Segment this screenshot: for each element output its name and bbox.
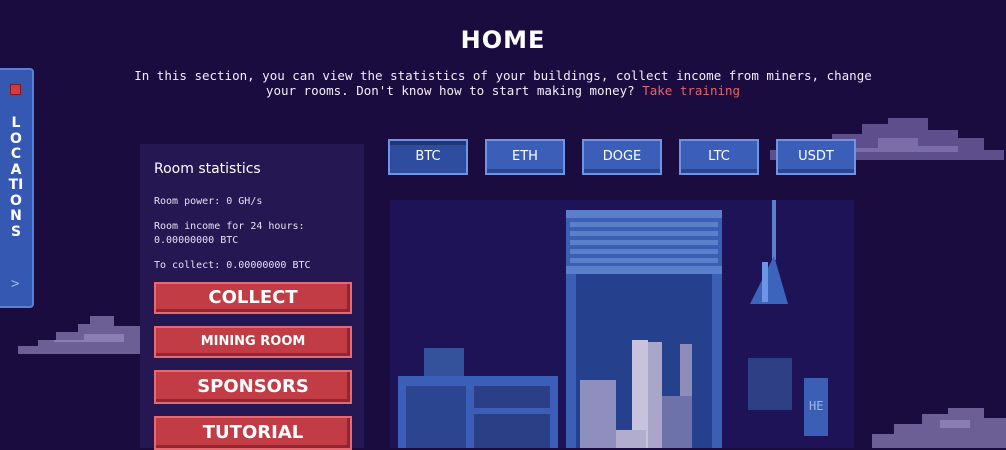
take-training-link[interactable]: Take training	[642, 83, 740, 98]
page-title: HOME	[460, 26, 546, 54]
collect-button[interactable]: COLLECT	[154, 282, 352, 314]
intro-text: In this section, you can view the statis…	[130, 68, 876, 98]
room-statistics-title: Room statistics	[154, 161, 261, 177]
collect-button-label: COLLECT	[208, 287, 298, 308]
sponsors-button[interactable]: SPONSORS	[154, 370, 352, 404]
room-income-value: 0.00000000 BTC	[154, 235, 239, 246]
map-pin-icon	[10, 84, 21, 95]
mining-room-button[interactable]: MINING ROOM	[154, 326, 352, 358]
chevron-right-icon: >	[11, 276, 20, 292]
coin-tab-ltc[interactable]: LTC	[679, 139, 759, 175]
wall-panel	[748, 358, 792, 410]
to-collect-value: To collect: 0.00000000 BTC	[154, 260, 311, 271]
tutorial-button-label: TUTORIAL	[202, 422, 304, 443]
tutorial-button[interactable]: TUTORIAL	[154, 416, 352, 450]
coin-tab-eth[interactable]: ETH	[485, 139, 565, 175]
mining-room-scene: HE	[390, 200, 854, 448]
locations-side-tab[interactable]: LOCATIONS >	[0, 68, 34, 308]
sponsors-button-label: SPONSORS	[197, 376, 309, 397]
intro-description: In this section, you can view the statis…	[134, 68, 872, 98]
cloud-right-bottom	[872, 408, 1006, 448]
coin-tab-usdt[interactable]: USDT	[776, 139, 856, 175]
wall-sign-glyph: HE	[809, 399, 823, 413]
locations-label: LOCATIONS	[8, 115, 24, 240]
room-income-label: Room income for 24 hours:	[154, 221, 305, 232]
coin-tab-doge[interactable]: DOGE	[582, 139, 662, 175]
mining-room-button-label: MINING ROOM	[200, 334, 306, 349]
coin-tab-btc[interactable]: BTC	[388, 139, 468, 175]
room-power: Room power: 0 GH/s	[154, 196, 263, 207]
